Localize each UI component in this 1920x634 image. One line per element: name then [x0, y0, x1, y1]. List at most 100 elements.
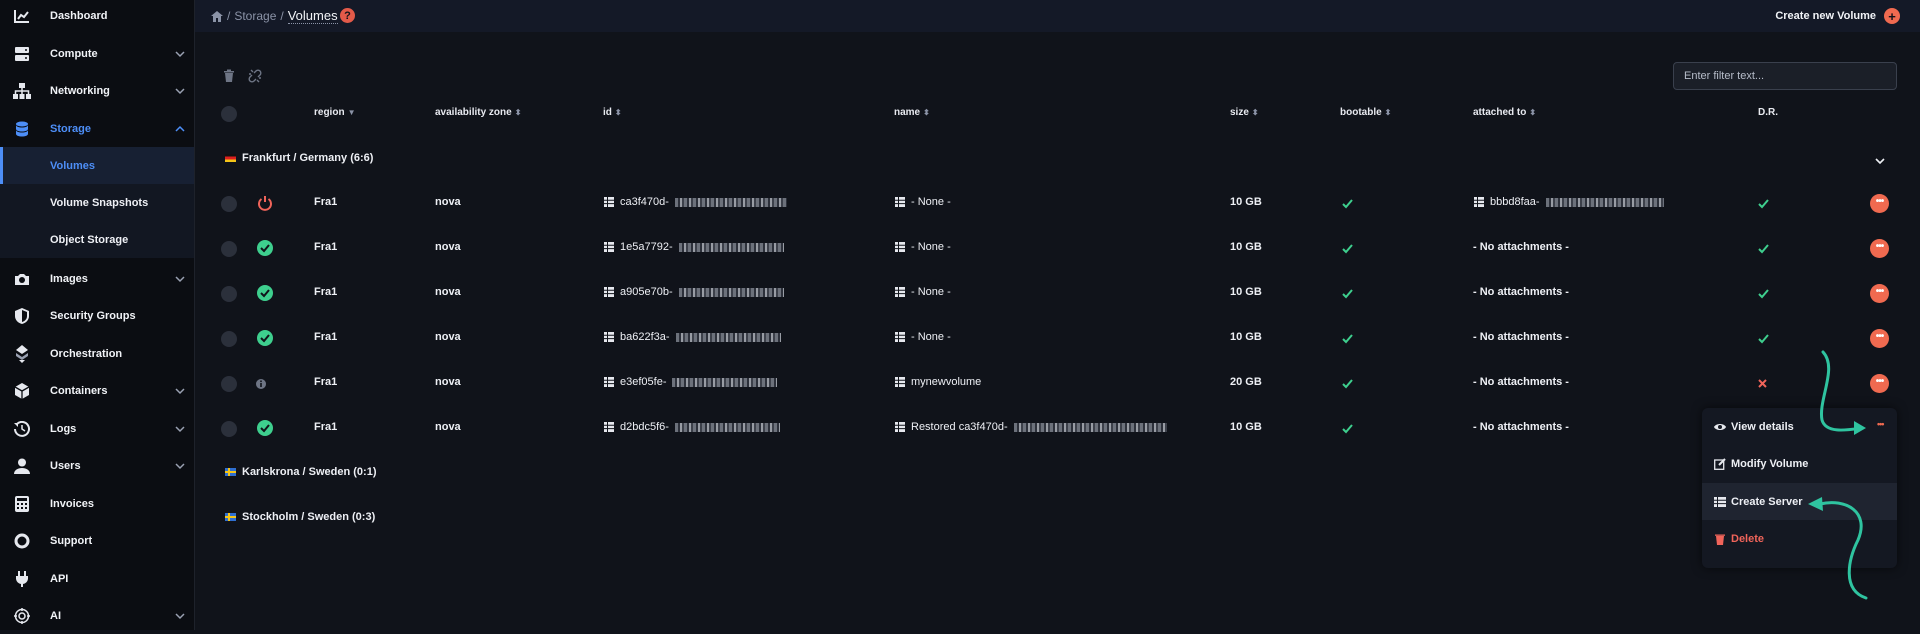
- nav-storage[interactable]: Storage: [0, 110, 194, 147]
- nav-compute-label: Compute: [50, 47, 98, 60]
- cell-name[interactable]: - None -: [895, 196, 951, 208]
- breadcrumb-sep: /: [280, 9, 284, 23]
- cell-name[interactable]: - None -: [895, 241, 951, 253]
- help-icon[interactable]: ?: [340, 8, 355, 23]
- chevron-down-icon: [175, 87, 185, 94]
- group-karlskrona[interactable]: Karlskrona / Sweden (0:1): [225, 466, 377, 478]
- cell-name[interactable]: - None -: [895, 331, 951, 343]
- row-actions-button[interactable]: •••: [1870, 284, 1889, 303]
- home-icon[interactable]: [211, 10, 223, 22]
- nav-security-groups[interactable]: Security Groups: [0, 297, 194, 334]
- nav-support[interactable]: Support: [0, 522, 194, 559]
- shield-icon: [13, 307, 31, 325]
- power-icon: [258, 196, 272, 211]
- table-icon: [1474, 197, 1484, 207]
- cell-id-text: 1e5a7792-: [620, 241, 673, 253]
- cell-name-text: - None -: [911, 286, 951, 298]
- check-icon: [1342, 199, 1353, 209]
- nav-api-label: API: [50, 572, 69, 585]
- group-frankfurt[interactable]: Frankfurt / Germany (6:6): [225, 152, 373, 164]
- column-id[interactable]: id ⬍: [603, 107, 622, 118]
- breadcrumb: / Storage / Volumes: [211, 8, 338, 24]
- row-actions-button[interactable]: •••: [1870, 239, 1889, 258]
- info-icon: [256, 379, 266, 389]
- nav-volume-snapshots[interactable]: Volume Snapshots: [0, 184, 194, 221]
- row-checkbox[interactable]: [221, 421, 237, 437]
- create-new-volume-button[interactable]: Create new Volume +: [1775, 8, 1900, 24]
- cell-attached: - No attachments -: [1473, 241, 1569, 253]
- nav-storage-label: Storage: [50, 122, 91, 135]
- row-checkbox[interactable]: [221, 241, 237, 257]
- select-all-checkbox[interactable]: [221, 106, 237, 122]
- nav-users[interactable]: Users: [0, 447, 194, 484]
- cell-name[interactable]: mynewvolume: [895, 376, 981, 388]
- nav-object-storage[interactable]: Object Storage: [0, 221, 194, 258]
- nav-dashboard[interactable]: Dashboard: [0, 0, 194, 34]
- nav-logs[interactable]: Logs: [0, 410, 194, 447]
- chevron-down-icon[interactable]: [1874, 155, 1886, 167]
- nav-invoices[interactable]: Invoices: [0, 485, 194, 522]
- row-actions-button[interactable]: •••: [1870, 374, 1889, 393]
- menu-create-server[interactable]: Create Server: [1702, 483, 1897, 520]
- redacted-text: [674, 197, 787, 207]
- redacted-text: [672, 377, 778, 387]
- ellipsis-icon: •••: [1877, 419, 1885, 429]
- group-frankfurt-label: Frankfurt / Germany (6:6): [242, 152, 374, 164]
- column-name[interactable]: name ⬍: [894, 107, 930, 118]
- nav-containers[interactable]: Containers: [0, 372, 194, 409]
- trash-icon[interactable]: [222, 69, 236, 83]
- row-checkbox[interactable]: [221, 196, 237, 212]
- ellipsis-icon: •••: [1875, 330, 1884, 342]
- cell-name[interactable]: - None -: [895, 286, 951, 298]
- nav-compute[interactable]: Compute: [0, 35, 194, 72]
- row-checkbox[interactable]: [221, 286, 237, 302]
- cell-id[interactable]: ba622f3a-: [604, 331, 781, 343]
- cell-id[interactable]: d2bdc5f6-: [604, 421, 780, 433]
- cell-name-text: - None -: [911, 331, 951, 343]
- column-availability-zone[interactable]: availability zone ⬍: [435, 107, 521, 118]
- cell-id[interactable]: ca3f470d-: [604, 196, 787, 208]
- sort-icon: ⬍: [1384, 108, 1392, 117]
- breadcrumb-storage[interactable]: Storage: [234, 9, 276, 23]
- nav-api[interactable]: API: [0, 560, 194, 597]
- cell-region: Fra1: [314, 196, 338, 208]
- chevron-down-icon: [175, 425, 185, 432]
- unlink-icon[interactable]: [248, 69, 262, 83]
- server-icon: [13, 45, 31, 63]
- nav-networking[interactable]: Networking: [0, 72, 194, 109]
- row-actions-button[interactable]: •••: [1870, 194, 1889, 213]
- nav-invoices-label: Invoices: [50, 497, 95, 510]
- cell-id[interactable]: 1e5a7792-: [604, 241, 784, 253]
- column-id-label: id: [603, 107, 612, 118]
- nav-volumes[interactable]: Volumes: [0, 147, 194, 184]
- filter-input[interactable]: [1673, 62, 1897, 90]
- cell-id[interactable]: a905e70b-: [604, 286, 784, 298]
- ellipsis-icon: •••: [1875, 195, 1884, 207]
- menu-delete[interactable]: Delete: [1702, 520, 1897, 557]
- nav-images[interactable]: Images: [0, 260, 194, 297]
- ellipsis-icon: •••: [1875, 240, 1884, 252]
- sort-icon: ⬍: [1251, 108, 1259, 117]
- menu-modify-volume[interactable]: Modify Volume: [1702, 445, 1897, 482]
- cell-name[interactable]: Restored ca3f470d-: [895, 421, 1167, 433]
- nav-ai[interactable]: AI: [0, 597, 194, 634]
- check-icon: [1758, 289, 1769, 299]
- column-attached-to[interactable]: attached to ⬍: [1473, 107, 1536, 118]
- cell-region: Fra1: [314, 376, 338, 388]
- column-bootable[interactable]: bootable ⬍: [1340, 107, 1391, 118]
- cell-id[interactable]: e3ef05fe-: [604, 376, 778, 388]
- column-size[interactable]: size ⬍: [1230, 107, 1259, 118]
- sort-icon: ⬍: [514, 108, 522, 117]
- nav-orchestration[interactable]: Orchestration: [0, 335, 194, 372]
- cell-attached[interactable]: bbbd8faa-: [1474, 196, 1664, 208]
- row-actions-button[interactable]: •••: [1870, 329, 1889, 348]
- row-checkbox[interactable]: [221, 376, 237, 392]
- chevron-down-icon: [175, 50, 185, 57]
- column-region[interactable]: region ▼: [314, 107, 355, 118]
- table-icon: [604, 197, 614, 207]
- sort-icon: ⬍: [614, 108, 622, 117]
- menu-view-details[interactable]: View details •••: [1702, 408, 1897, 445]
- create-new-volume-label: Create new Volume: [1775, 10, 1876, 22]
- group-stockholm[interactable]: Stockholm / Sweden (0:3): [225, 511, 375, 523]
- row-checkbox[interactable]: [221, 331, 237, 347]
